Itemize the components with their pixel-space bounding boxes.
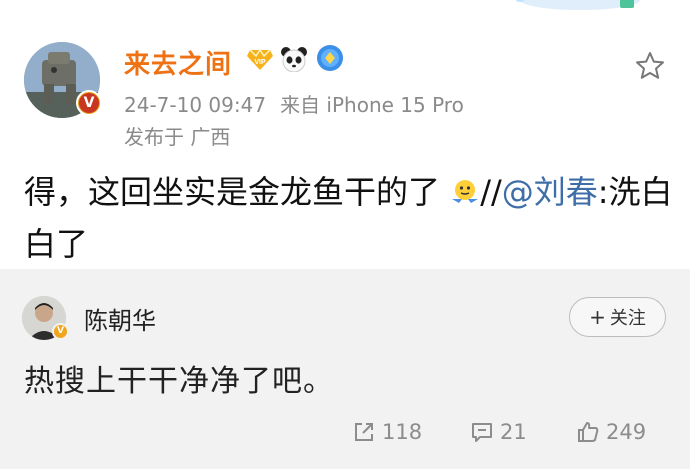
like-count: 249 xyxy=(606,420,647,444)
comment-action[interactable]: 21 xyxy=(470,420,527,444)
comment-count: 21 xyxy=(500,420,527,444)
repost-count: 118 xyxy=(382,420,423,444)
post-text: 得，这回坐实是金龙鱼干的了 //@刘春:洗白白了 xyxy=(24,166,674,270)
repost-username[interactable]: 陈朝华 xyxy=(84,301,156,336)
follow-button[interactable]: + 关注 xyxy=(569,297,666,337)
like-action[interactable]: 249 xyxy=(576,420,646,444)
repost-verified-icon: V xyxy=(52,323,69,340)
post-username[interactable]: 来去之间 xyxy=(124,44,232,81)
plus-icon: + xyxy=(589,305,606,329)
post-meta: 24-7-10 09:47 来自 iPhone 15 Pro xyxy=(124,89,464,118)
thumbs-up-icon xyxy=(578,422,599,442)
verified-badge-icon: V xyxy=(76,90,102,116)
svg-text:VIP: VIP xyxy=(254,59,266,66)
shield-badge-icon xyxy=(317,45,343,71)
post-text-slashes: // xyxy=(480,173,502,211)
shrug-face-icon xyxy=(452,180,479,203)
share-icon xyxy=(355,423,373,441)
repost-text: 热搜上干干净净了吧。 xyxy=(24,364,334,399)
repost-action[interactable]: 118 xyxy=(352,420,422,444)
panda-icon xyxy=(281,47,307,72)
mention-link[interactable]: @刘春 xyxy=(502,173,598,211)
banner-decoration-icon xyxy=(515,0,640,10)
post-timestamp: 24-7-10 09:47 xyxy=(124,93,267,117)
vip-diamond-icon: VIP xyxy=(247,48,273,70)
comment-icon xyxy=(472,423,492,442)
post-source: 来自 iPhone 15 Pro xyxy=(280,93,464,117)
post-text-main: 得，这回坐实是金龙鱼干的了 xyxy=(24,173,441,211)
star-icon[interactable] xyxy=(634,50,666,82)
post-location: 发布于 广西 xyxy=(124,125,231,149)
follow-label: 关注 xyxy=(609,308,646,329)
